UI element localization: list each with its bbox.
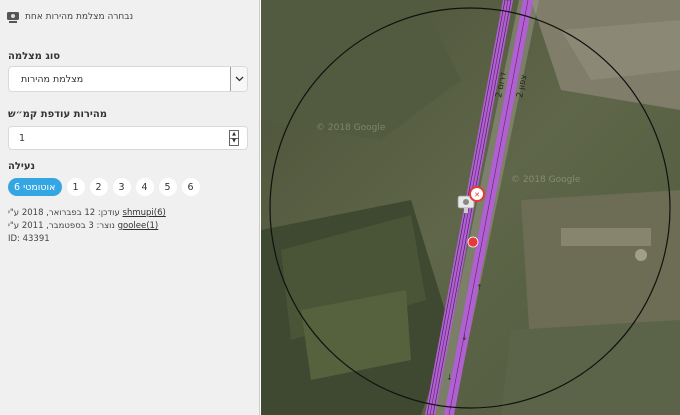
lock-label: נעילה	[8, 161, 36, 172]
svg-text:↑: ↑	[476, 283, 483, 292]
lock-level-group: אוטומטי 6 1 2 3 4 5 6	[8, 178, 205, 196]
map-watermark: © 2018 Google	[511, 175, 581, 185]
updated-user-link[interactable]: shmupi(6)	[123, 208, 166, 218]
selection-title: נבחרה מצלמת מהירות אחת	[25, 12, 134, 22]
lock-level-3[interactable]: 3	[112, 178, 131, 196]
speed-label: מהירות עודפת קמ״ש	[8, 109, 107, 120]
camera-icon	[7, 12, 19, 23]
map-satellite-layer: ↓ ↓ ↑ 2 דרום 2 צפון © 2018 Google © 2018…	[261, 0, 680, 415]
camera-type-select[interactable]: מצלמת מהירות	[8, 66, 248, 92]
speed-stepper[interactable]: ▲ ▼	[229, 130, 239, 146]
created-info: נוצר: 3 בספטמבר, 2011 ע"י goolee(1)	[8, 221, 158, 231]
sidebar: נבחרה מצלמת מהירות אחת סוג מצלמה מצלמת מ…	[0, 0, 260, 415]
camera-type-value: מצלמת מהירות	[21, 74, 84, 85]
stepper-down-icon[interactable]: ▼	[230, 137, 238, 146]
map-node-marker[interactable]	[467, 236, 479, 248]
created-user-link[interactable]: goolee(1)	[118, 221, 159, 231]
map-watermark: © 2018 Google	[316, 123, 386, 133]
lock-level-6[interactable]: 6	[181, 178, 200, 196]
updated-info: עודכן: 12 בפברואר, 2018 ע"י shmupi(6)	[8, 208, 166, 218]
speed-input[interactable]: 1 ▲ ▼	[8, 126, 248, 150]
chevron-down-icon[interactable]	[230, 67, 247, 91]
segment-id: ID: 43391	[8, 234, 50, 244]
camera-direction-marker[interactable]: ✕	[469, 186, 485, 202]
map-canvas[interactable]: ↓ ↓ ↑ 2 דרום 2 צפון © 2018 Google © 2018…	[261, 0, 680, 415]
svg-text:↓: ↓	[446, 373, 453, 382]
svg-text:✕: ✕	[474, 191, 480, 199]
lock-level-2[interactable]: 2	[89, 178, 108, 196]
speed-value: 1	[19, 133, 26, 144]
sidebar-header: נבחרה מצלמת מהירות אחת	[6, 8, 133, 26]
lock-auto-button[interactable]: אוטומטי 6	[8, 178, 62, 196]
camera-type-label: סוג מצלמה	[8, 51, 61, 62]
svg-text:↓: ↓	[461, 333, 468, 342]
lock-level-1[interactable]: 1	[66, 178, 85, 196]
lock-level-4[interactable]: 4	[135, 178, 154, 196]
updated-text: עודכן: 12 בפברואר, 2018 ע"י	[8, 208, 120, 218]
lock-level-5[interactable]: 5	[158, 178, 177, 196]
created-text: נוצר: 3 בספטמבר, 2011 ע"י	[8, 221, 115, 231]
